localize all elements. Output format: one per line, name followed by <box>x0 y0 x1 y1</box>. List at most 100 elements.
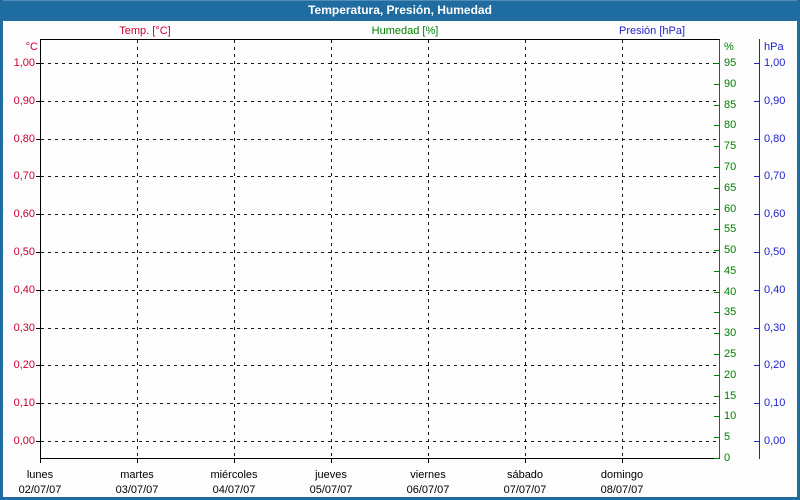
h-gridline <box>41 403 719 404</box>
x-tick <box>331 459 332 463</box>
pressure-axis-title: hPa <box>764 41 784 53</box>
day-name-label: martes <box>120 469 154 481</box>
chart-area: Temp. [°C] Humedad [%] Presión [hPa] °C … <box>3 21 797 497</box>
celsius-tick <box>36 403 40 404</box>
day-date-label: 05/07/07 <box>309 484 353 496</box>
celsius-tick-label: 0,20 <box>13 359 35 371</box>
humidity-tick <box>714 437 719 438</box>
celsius-tick-label: 0,70 <box>13 170 35 182</box>
legend-temperature: Temp. [°C] <box>119 25 171 37</box>
humidity-tick-label: 50 <box>724 244 737 256</box>
humidity-tick-label: 80 <box>724 119 737 131</box>
humidity-tick-label: 70 <box>724 161 737 173</box>
pressure-tick-label: 0,80 <box>764 133 786 145</box>
v-gridline <box>428 40 429 458</box>
pressure-tick-label: 0,70 <box>764 170 786 182</box>
day-name-label: lunes <box>26 469 54 481</box>
day-date-label: 06/07/07 <box>406 484 450 496</box>
humidity-tick-label: 95 <box>724 57 737 69</box>
day-date-label: 04/07/07 <box>212 484 256 496</box>
h-gridline <box>41 365 719 366</box>
pressure-tick-label: 0,20 <box>764 359 786 371</box>
celsius-tick-label: 0,50 <box>13 246 35 258</box>
day-name-label: viernes <box>410 469 446 481</box>
x-tick <box>622 459 623 463</box>
pressure-tick <box>754 139 759 140</box>
humidity-tick-label: 55 <box>724 223 737 235</box>
pressure-tick <box>754 101 759 102</box>
pressure-tick <box>754 403 759 404</box>
celsius-tick <box>36 328 40 329</box>
h-gridline <box>41 63 719 64</box>
pressure-tick <box>754 441 759 442</box>
pressure-tick-label: 0,40 <box>764 284 786 296</box>
humidity-tick <box>714 458 719 459</box>
title-bar: Temperatura, Presión, Humedad <box>3 0 797 21</box>
celsius-tick-label: 1,00 <box>13 57 35 69</box>
h-gridline <box>41 214 719 215</box>
day-date-label: 07/07/07 <box>503 484 547 496</box>
humidity-tick <box>714 125 719 126</box>
legend-pressure: Presión [hPa] <box>618 25 686 37</box>
pressure-tick-label: 0,60 <box>764 208 786 220</box>
celsius-tick <box>36 214 40 215</box>
humidity-tick <box>714 333 719 334</box>
celsius-tick-label: 0,90 <box>13 95 35 107</box>
celsius-tick-label: 0,60 <box>13 208 35 220</box>
pressure-tick-label: 0,00 <box>764 435 786 447</box>
celsius-tick <box>36 176 40 177</box>
celsius-tick-label: 0,10 <box>13 397 35 409</box>
humidity-tick-label: 15 <box>724 390 737 402</box>
pressure-tick <box>754 290 759 291</box>
x-tick <box>428 459 429 463</box>
humidity-tick <box>714 250 719 251</box>
day-name-label: sábado <box>506 469 544 481</box>
pressure-tick-label: 1,00 <box>764 57 786 69</box>
v-gridline <box>525 40 526 458</box>
humidity-tick-label: 35 <box>724 306 737 318</box>
v-gridline <box>622 40 623 458</box>
v-gridline <box>137 40 138 458</box>
h-gridline <box>41 252 719 253</box>
pressure-tick-label: 0,30 <box>764 322 786 334</box>
pressure-tick <box>754 252 759 253</box>
window-title: Temperatura, Presión, Humedad <box>308 3 492 17</box>
celsius-tick-label: 0,80 <box>13 133 35 145</box>
humidity-tick <box>714 416 719 417</box>
celsius-tick <box>36 290 40 291</box>
legend-humidity: Humedad [%] <box>371 25 439 37</box>
h-gridline <box>41 139 719 140</box>
plot-area <box>40 39 720 459</box>
celsius-tick-label: 0,40 <box>13 284 35 296</box>
humidity-tick-label: 65 <box>724 182 737 194</box>
pressure-tick-label: 0,90 <box>764 95 786 107</box>
chart-window: Temperatura, Presión, Humedad Temp. [°C]… <box>0 0 800 500</box>
humidity-tick <box>714 396 719 397</box>
humidity-tick <box>714 354 719 355</box>
pressure-tick <box>754 328 759 329</box>
humidity-tick-label: 20 <box>724 369 737 381</box>
day-date-label: 02/07/07 <box>18 484 62 496</box>
pressure-tick-label: 0,50 <box>764 246 786 258</box>
celsius-tick-label: 0,30 <box>13 322 35 334</box>
h-gridline <box>41 101 719 102</box>
day-name-label: domingo <box>600 469 644 481</box>
celsius-tick <box>36 139 40 140</box>
humidity-tick-label: 5 <box>724 431 731 443</box>
humidity-tick <box>714 375 719 376</box>
day-name-label: miércoles <box>210 469 258 481</box>
humidity-tick <box>714 271 719 272</box>
celsius-tick <box>36 365 40 366</box>
humidity-tick <box>714 292 719 293</box>
celsius-tick <box>36 101 40 102</box>
pressure-tick-label: 0,10 <box>764 397 786 409</box>
pressure-tick <box>754 214 759 215</box>
x-tick <box>234 459 235 463</box>
humidity-tick <box>714 209 719 210</box>
humidity-tick-label: 30 <box>724 327 737 339</box>
h-gridline <box>41 176 719 177</box>
pressure-tick <box>754 63 759 64</box>
x-tick <box>137 459 138 463</box>
humidity-tick-label: 25 <box>724 348 737 360</box>
pressure-tick <box>754 365 759 366</box>
